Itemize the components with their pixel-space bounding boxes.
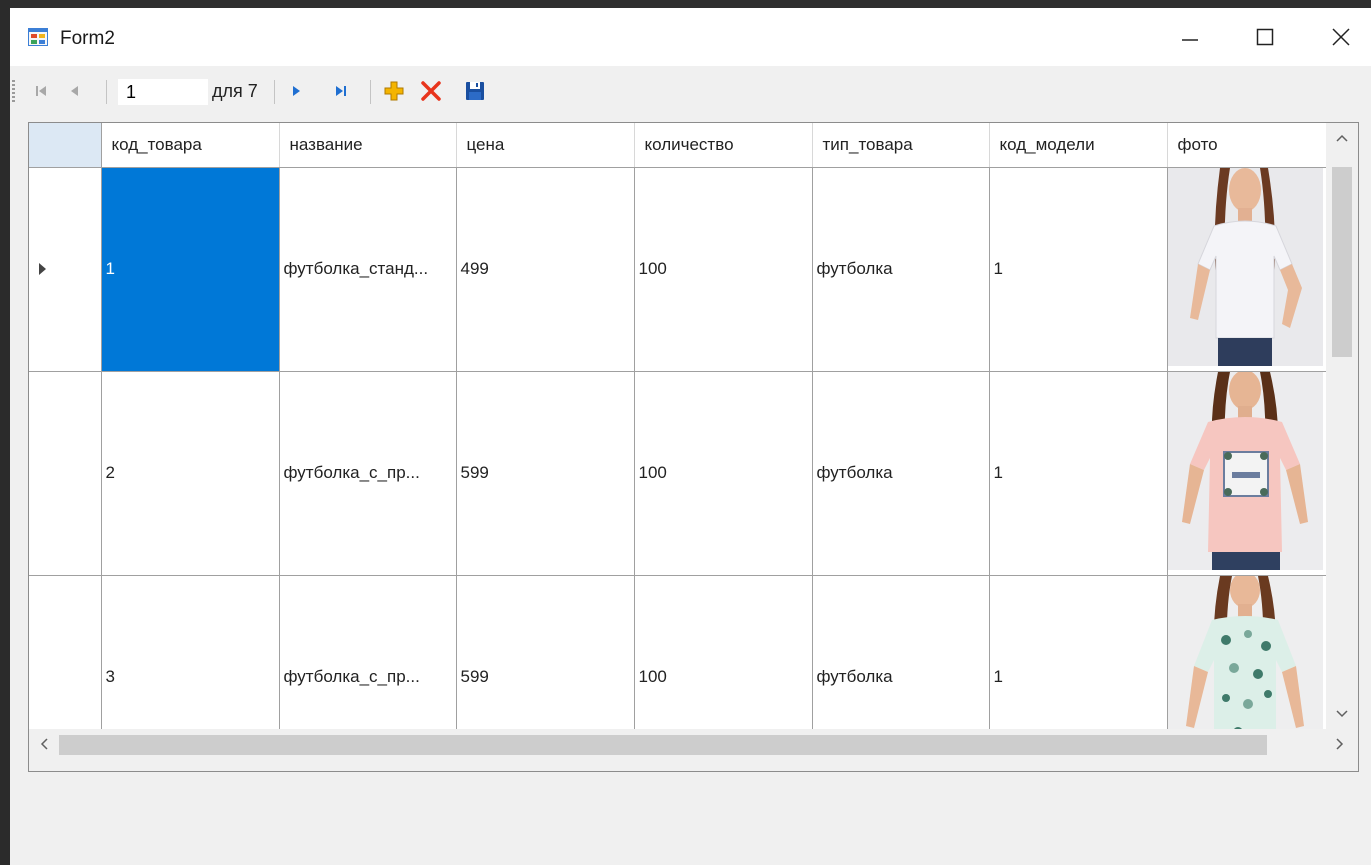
horizontal-scroll-thumb[interactable] <box>59 735 1267 755</box>
column-header[interactable]: код_товара <box>101 123 280 168</box>
table-row[interactable]: 2 футболка_с_пр... 599 100 футболка 1 <box>29 371 1346 576</box>
toolbar-separator <box>274 80 275 104</box>
delete-button[interactable] <box>418 78 444 104</box>
desktop-left-edge <box>0 0 10 865</box>
minimize-icon <box>1182 39 1198 41</box>
app-form-icon <box>28 28 48 46</box>
move-next-button[interactable] <box>283 78 309 104</box>
column-header[interactable]: код_модели <box>989 123 1168 168</box>
save-icon <box>466 82 484 100</box>
position-input[interactable] <box>118 79 208 105</box>
chevron-down-icon <box>1336 710 1348 718</box>
table-cell[interactable]: 100 <box>634 167 813 372</box>
column-header-row: код_товара название цена количество тип_… <box>29 123 1346 168</box>
table-cell[interactable]: 100 <box>634 371 813 576</box>
move-last-button[interactable] <box>328 78 354 104</box>
add-new-icon <box>384 81 404 101</box>
maximize-icon <box>1256 28 1274 46</box>
vertical-scroll-thumb[interactable] <box>1332 167 1352 357</box>
move-previous-button[interactable] <box>62 78 88 104</box>
column-header[interactable]: цена <box>456 123 635 168</box>
table-cell[interactable]: футболка_станд... <box>279 167 457 372</box>
photo-cell[interactable] <box>1167 371 1346 576</box>
vertical-scrollbar[interactable] <box>1326 123 1358 729</box>
chevron-left-icon <box>40 738 48 750</box>
record-count-label: для 7 <box>212 81 258 101</box>
grid-corner-cell[interactable] <box>29 123 102 168</box>
table-row[interactable]: 1 футболка_станд... 499 100 футболка 1 <box>29 167 1346 372</box>
move-first-icon <box>36 86 46 96</box>
scroll-left-button[interactable] <box>29 729 59 759</box>
scroll-up-button[interactable] <box>1326 123 1358 153</box>
current-row-arrow-icon <box>39 263 46 275</box>
move-previous-icon <box>71 86 78 96</box>
minimize-button[interactable] <box>1160 8 1220 66</box>
move-last-icon <box>336 86 346 96</box>
table-cell[interactable]: футболка <box>812 371 990 576</box>
move-next-icon <box>293 86 300 96</box>
products-data-grid[interactable]: код_товара название цена количество тип_… <box>28 122 1359 772</box>
chevron-up-icon <box>1336 134 1348 142</box>
title-bar[interactable]: Form2 <box>10 8 1371 66</box>
grid-table: код_товара название цена количество тип_… <box>29 123 1346 771</box>
table-cell[interactable]: 2 <box>101 371 280 576</box>
table-cell[interactable]: 599 <box>456 371 635 576</box>
table-cell[interactable]: футболка <box>812 167 990 372</box>
close-button[interactable] <box>1311 8 1371 66</box>
scroll-down-button[interactable] <box>1326 699 1358 729</box>
table-cell[interactable]: 1 <box>101 167 280 372</box>
window-title: Form2 <box>60 28 115 49</box>
scroll-right-button[interactable] <box>1325 729 1355 759</box>
form-window: Form2 1 для 7 код_товара название цена к… <box>10 8 1371 865</box>
photo-cell[interactable] <box>1167 167 1346 372</box>
delete-icon <box>421 81 441 101</box>
close-icon <box>1332 28 1350 46</box>
column-header[interactable]: тип_товара <box>812 123 990 168</box>
table-cell[interactable]: 1 <box>989 371 1168 576</box>
maximize-button[interactable] <box>1235 8 1295 66</box>
table-cell[interactable]: 1 <box>989 167 1168 372</box>
horizontal-scrollbar[interactable] <box>29 729 1358 771</box>
white-tshirt-photo <box>1167 167 1323 366</box>
pink-printed-tshirt-photo <box>1167 371 1323 570</box>
column-header[interactable]: фото <box>1167 123 1346 168</box>
table-cell[interactable]: 499 <box>456 167 635 372</box>
column-header[interactable]: название <box>279 123 457 168</box>
toolbar-grip[interactable] <box>12 80 15 104</box>
table-cell[interactable]: футболка_с_пр... <box>279 371 457 576</box>
row-header[interactable] <box>29 167 102 372</box>
toolbar-separator <box>370 80 371 104</box>
save-button[interactable] <box>462 78 488 104</box>
toolbar-separator <box>106 80 107 104</box>
add-new-button[interactable] <box>381 78 407 104</box>
move-first-button[interactable] <box>28 78 54 104</box>
column-header[interactable]: количество <box>634 123 813 168</box>
chevron-right-icon <box>1336 738 1344 750</box>
binding-navigator: для 7 <box>10 66 1371 118</box>
row-header[interactable] <box>29 371 102 576</box>
desktop-top-edge <box>0 0 1371 8</box>
